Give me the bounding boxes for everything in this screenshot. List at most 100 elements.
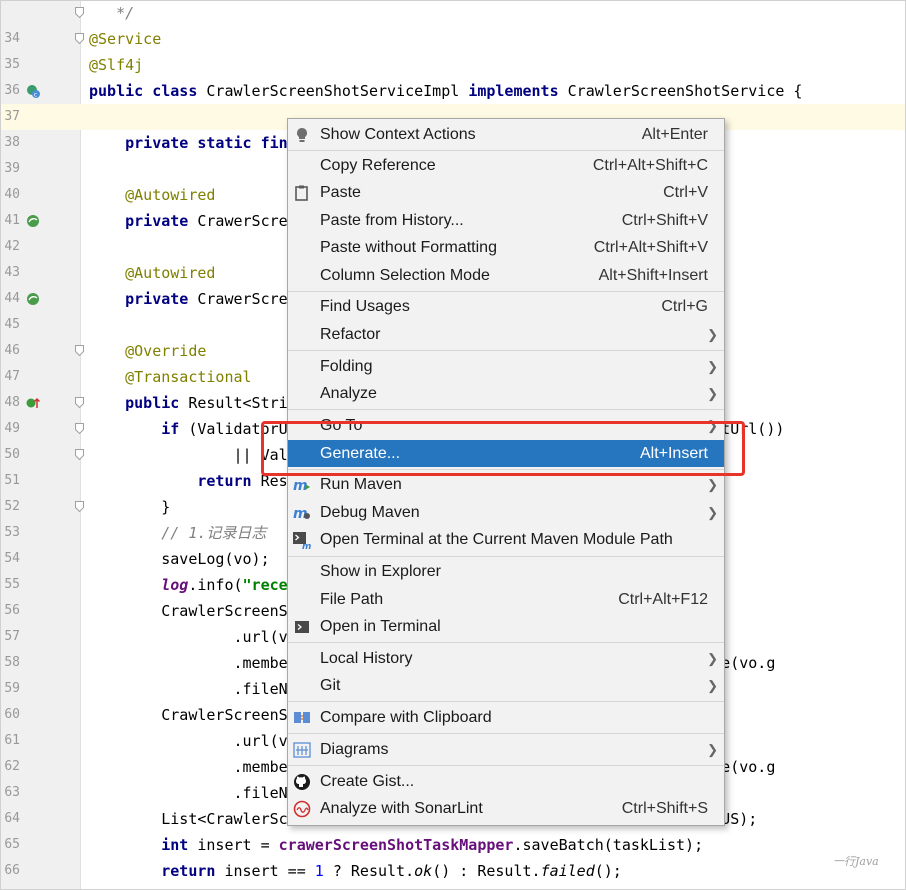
code-text: return Res: [89, 468, 287, 494]
code-token: CrawlerScreenShotService {: [567, 82, 803, 100]
svg-text:m: m: [302, 542, 311, 549]
menu-item-label: Analyze with SonarLint: [320, 800, 483, 817]
code-token: private: [89, 212, 198, 230]
menu-item-generate[interactable]: Generate... Alt+Insert: [288, 440, 724, 467]
menu-item-find-usages[interactable]: Find Usages Ctrl+G: [288, 293, 724, 320]
menu-item-column-selection-mode[interactable]: Column Selection Mode Alt+Shift+Insert: [288, 262, 724, 289]
menu-item-create-gist[interactable]: Create Gist...: [288, 768, 724, 795]
line-number: 44: [4, 291, 20, 306]
menu-item-debug-maven[interactable]: m Debug Maven ❯: [288, 499, 724, 526]
fold-marker-icon[interactable]: [75, 7, 84, 18]
fold-marker-icon[interactable]: [75, 33, 84, 44]
code-text: @Autowired: [89, 260, 215, 286]
menu-item-git[interactable]: Git ❯: [288, 672, 724, 699]
line-number: 60: [4, 707, 20, 722]
menu-item-open-in-terminal[interactable]: Open in Terminal: [288, 613, 724, 640]
line-number: 62: [4, 759, 20, 774]
menu-item-paste-from-history[interactable]: Paste from History... Ctrl+Shift+V: [288, 207, 724, 234]
menu-item-shortcut: Ctrl+V: [663, 184, 708, 201]
code-token: insert =: [197, 836, 279, 854]
code-token: @Override: [89, 342, 207, 360]
menu-item-file-path[interactable]: File Path Ctrl+Alt+F12: [288, 586, 724, 613]
menu-item-analyze[interactable]: Analyze ❯: [288, 380, 724, 407]
line-number: 63: [4, 785, 20, 800]
menu-separator: [288, 409, 724, 410]
menu-item-go-to[interactable]: Go To ❯: [288, 412, 724, 439]
menu-item-local-history[interactable]: Local History ❯: [288, 645, 724, 672]
compare-icon: [294, 712, 310, 723]
menu-item-label: Diagrams: [320, 741, 389, 758]
code-line[interactable]: 36 c public class CrawlerScreenShotService…: [0, 78, 906, 104]
code-token: int: [89, 836, 198, 854]
menu-item-refactor[interactable]: Refactor ❯: [288, 321, 724, 348]
implements-gutter-icon[interactable]: c: [26, 84, 40, 98]
menu-separator: [288, 150, 724, 151]
fold-marker-icon[interactable]: [75, 449, 84, 460]
code-line[interactable]: 65 int insert = crawerScreenShotTaskMapp…: [0, 832, 906, 858]
menu-separator: [288, 701, 724, 702]
code-token: public: [89, 394, 189, 412]
code-token: ? Result.: [323, 862, 415, 880]
code-text: public class CrawlerScreenShotServiceImp…: [89, 78, 802, 104]
code-token: .url(v: [89, 732, 288, 750]
fold-marker-icon[interactable]: [75, 397, 84, 408]
line-number: 35: [4, 57, 20, 72]
fold-marker-icon[interactable]: [75, 345, 84, 356]
menu-separator: [288, 642, 724, 643]
override-gutter-icon[interactable]: [26, 396, 40, 410]
menu-separator: [288, 291, 724, 292]
spring-bean-gutter-icon[interactable]: [26, 214, 40, 228]
menu-item-analyze-sonarlint[interactable]: Analyze with SonarLint Ctrl+Shift+S: [288, 795, 724, 822]
menu-item-copy-reference[interactable]: Copy Reference Ctrl+Alt+Shift+C: [288, 152, 724, 179]
menu-item-folding[interactable]: Folding ❯: [288, 353, 724, 380]
menu-item-diagrams[interactable]: Diagrams ❯: [288, 736, 724, 763]
menu-item-label: Show Context Actions: [320, 126, 476, 143]
code-token: public class: [89, 82, 207, 100]
line-number: 52: [4, 499, 20, 514]
menu-item-shortcut: Alt+Enter: [641, 126, 708, 143]
line-number: 59: [4, 681, 20, 696]
line-number: 58: [4, 655, 20, 670]
code-token: return: [89, 472, 261, 490]
maven-icon: m: [293, 478, 310, 494]
spring-bean-gutter-icon[interactable]: [26, 292, 40, 306]
menu-separator: [288, 556, 724, 557]
menu-item-label: Run Maven: [320, 476, 402, 493]
fold-marker-icon[interactable]: [75, 423, 84, 434]
code-token: @Autowired: [89, 186, 216, 204]
code-text: // 1.记录日志: [89, 520, 266, 546]
code-token: implements: [468, 82, 568, 100]
code-line[interactable]: 66 return insert == 1 ? Result.ok() : Re…: [0, 858, 906, 884]
menu-item-paste[interactable]: Paste Ctrl+V: [288, 179, 724, 206]
code-token: private static fin: [89, 134, 288, 152]
code-token: CrawlerScreenS: [89, 602, 288, 620]
code-line[interactable]: */: [0, 0, 906, 26]
chevron-right-icon: ❯: [707, 386, 718, 401]
menu-item-paste-without-formatting[interactable]: Paste without Formatting Ctrl+Alt+Shift+…: [288, 234, 724, 261]
menu-item-run-maven[interactable]: m Run Maven ❯: [288, 471, 724, 498]
menu-separator: [288, 765, 724, 766]
menu-item-open-terminal-maven[interactable]: m Open Terminal at the Current Maven Mod…: [288, 526, 724, 553]
code-text: }: [89, 494, 170, 520]
code-line[interactable]: 35 @Slf4j: [0, 52, 906, 78]
code-text: int insert = crawerScreenShotTaskMapper.…: [89, 832, 703, 858]
menu-separator: [288, 350, 724, 351]
code-token: 1: [314, 862, 324, 880]
menu-item-compare-with-clipboard[interactable]: Compare with Clipboard: [288, 704, 724, 731]
code-token: CrawerScre: [197, 212, 288, 230]
menu-item-show-context-actions[interactable]: Show Context Actions Alt+Enter: [288, 121, 724, 148]
code-text: */: [89, 0, 134, 26]
chevron-right-icon: ❯: [707, 742, 718, 757]
menu-item-shortcut: Alt+Insert: [639, 445, 708, 462]
code-token: private: [89, 290, 198, 308]
menu-item-shortcut: Ctrl+Shift+S: [621, 800, 708, 817]
line-number: 42: [4, 239, 20, 254]
line-number: 65: [4, 837, 20, 852]
code-line[interactable]: 34 @Service: [0, 26, 906, 52]
code-token: return: [89, 862, 225, 880]
line-number: 53: [4, 525, 20, 540]
line-number: 55: [4, 577, 20, 592]
fold-marker-icon[interactable]: [75, 501, 84, 512]
menu-item-show-in-explorer[interactable]: Show in Explorer: [288, 558, 724, 585]
line-number: 51: [4, 473, 20, 488]
